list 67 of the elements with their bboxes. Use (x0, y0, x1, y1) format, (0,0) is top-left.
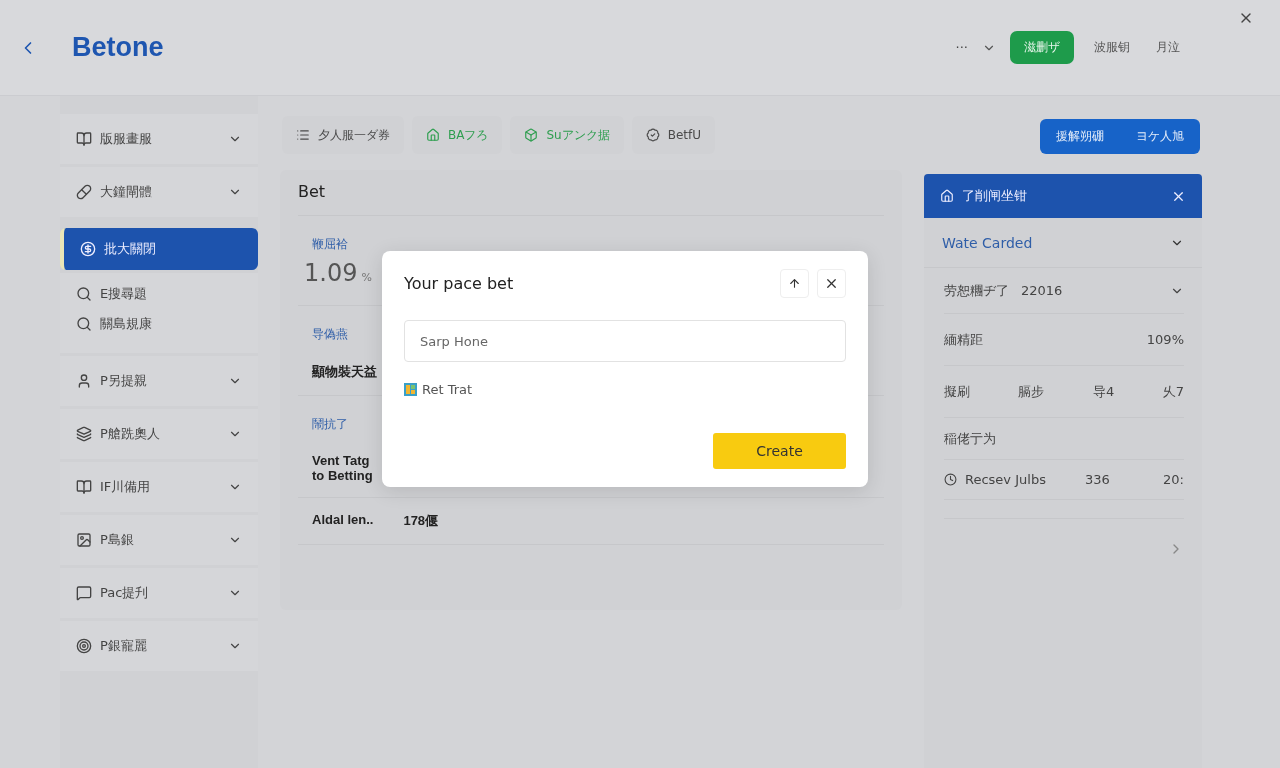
column-label: 导4 (1092, 382, 1115, 401)
more-icon[interactable]: ··· (955, 40, 968, 55)
input-field[interactable]: Sarp Hone (404, 320, 846, 362)
search-icon (76, 286, 92, 302)
field-value: 22016 (1021, 283, 1063, 298)
stat-label: 鞭屈袷 (312, 236, 348, 253)
book-icon (76, 131, 92, 147)
target-icon (76, 638, 92, 654)
sidebar-subitem[interactable]: 關島規康 (60, 309, 258, 339)
card-title: Bet (298, 182, 884, 216)
close-icon (824, 276, 839, 291)
group-button[interactable]: ヨケ人旭 (1120, 119, 1200, 154)
chat-icon (76, 585, 92, 601)
list-icon (296, 128, 310, 142)
header-link[interactable]: 月泣 (1150, 35, 1186, 60)
panel-title: 了削闸坐钳 (962, 187, 1027, 205)
sidebar-item[interactable]: 大鐘閘體 (60, 167, 258, 217)
header-link[interactable]: 波服钥 (1088, 35, 1136, 60)
option-item[interactable]: Ret Trat (404, 382, 473, 397)
stat-unit: % (361, 271, 372, 284)
clock-icon (944, 473, 957, 486)
user-icon (76, 373, 92, 389)
box-icon (524, 128, 539, 142)
section-heading: 导偽燕 (312, 326, 348, 343)
badge-icon (645, 128, 660, 142)
grid-icon (404, 383, 417, 396)
image-icon (76, 532, 92, 548)
sidebar-item[interactable]: 批大關閉 (60, 228, 258, 270)
sidebar-item[interactable]: P銀寵麗 (60, 621, 258, 671)
table-cell: 178偃 (403, 512, 439, 530)
dollar-icon (80, 241, 96, 257)
sidebar-item[interactable]: P另提親 (60, 356, 258, 406)
panel-subtitle: Wate Carded (942, 234, 1033, 251)
event-name: Recsev Julbs (965, 472, 1047, 487)
sidebar-item[interactable]: IF川備用 (60, 462, 258, 512)
column-label: 乆7 (1162, 382, 1184, 401)
search-icon (76, 316, 92, 332)
book-icon (76, 479, 92, 495)
table-cell-text: Vent Tatg to Betting (312, 453, 374, 483)
create-button[interactable]: Create (713, 433, 846, 469)
arrow-up-icon (788, 277, 801, 290)
group-button[interactable]: 援解朔硼 (1040, 119, 1120, 154)
stat-value: 109% (1146, 332, 1184, 347)
section-label: 稲佬亍为 (944, 429, 996, 448)
close-button[interactable] (817, 269, 846, 298)
sidebar-item[interactable]: P艙跣奧人 (60, 409, 258, 459)
stat-label: 緬精距 (944, 330, 983, 349)
event-time: 20: (1163, 472, 1184, 487)
sidebar-item[interactable]: Pac提刋 (60, 568, 258, 618)
column-label: 膈步 (1018, 382, 1045, 401)
column-label: 擬刷 (944, 382, 970, 401)
table-cell: 顯物裝天益 (312, 363, 377, 381)
sidebar-subitem[interactable]: E搜尋題 (60, 279, 258, 309)
home-icon (426, 128, 440, 142)
table-cell-text: Aldal len.. (312, 512, 374, 529)
dialog-title: Your pace bet (404, 274, 514, 293)
sidebar-item[interactable]: P島銀 (60, 515, 258, 565)
stat-value: 1.09 (304, 259, 358, 287)
logo: Betone (72, 32, 164, 63)
pill-icon (76, 184, 92, 200)
sidebar-item[interactable]: 版服畫服 (60, 114, 258, 164)
field-label: 劳恕糰ヂ了 (944, 281, 1009, 300)
section-heading: 鬧抗了 (312, 416, 348, 433)
up-arrow-button[interactable] (780, 269, 809, 298)
home-icon (940, 189, 954, 203)
event-count: 336 (1085, 472, 1110, 487)
layers-icon (76, 426, 92, 442)
